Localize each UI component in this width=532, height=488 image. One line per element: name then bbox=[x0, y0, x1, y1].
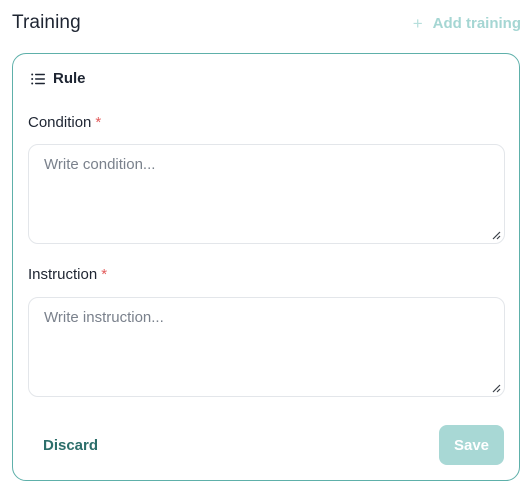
add-training-label: Add training bbox=[432, 14, 521, 32]
training-header: Training + Add training bbox=[12, 8, 521, 38]
required-mark: * bbox=[101, 266, 108, 283]
resize-handle-icon[interactable] bbox=[491, 230, 501, 240]
condition-field bbox=[28, 144, 505, 244]
page-title: Training bbox=[12, 12, 81, 33]
condition-input[interactable] bbox=[29, 145, 504, 243]
condition-label: Condition * bbox=[28, 114, 101, 131]
resize-handle-icon[interactable] bbox=[491, 383, 501, 393]
instruction-input[interactable] bbox=[29, 298, 504, 396]
add-training-button[interactable]: + Add training bbox=[413, 15, 521, 32]
instruction-label-text: Instruction bbox=[28, 266, 98, 283]
instruction-field bbox=[28, 297, 505, 397]
rule-heading: Rule bbox=[53, 70, 86, 87]
condition-label-text: Condition bbox=[28, 114, 92, 131]
discard-button[interactable]: Discard bbox=[28, 437, 113, 454]
save-button[interactable]: Save bbox=[439, 425, 504, 465]
card-footer: Discard Save bbox=[28, 425, 504, 465]
list-icon bbox=[31, 73, 45, 84]
required-mark: * bbox=[95, 114, 102, 131]
rule-card: Rule Condition* Instruction* Discard Sav… bbox=[12, 53, 520, 481]
plus-icon: + bbox=[412, 13, 423, 33]
rule-header: Rule bbox=[31, 70, 86, 87]
training-panel: Training + Add training Rule Condition* bbox=[0, 0, 532, 488]
instruction-label: Instruction * bbox=[28, 266, 107, 283]
